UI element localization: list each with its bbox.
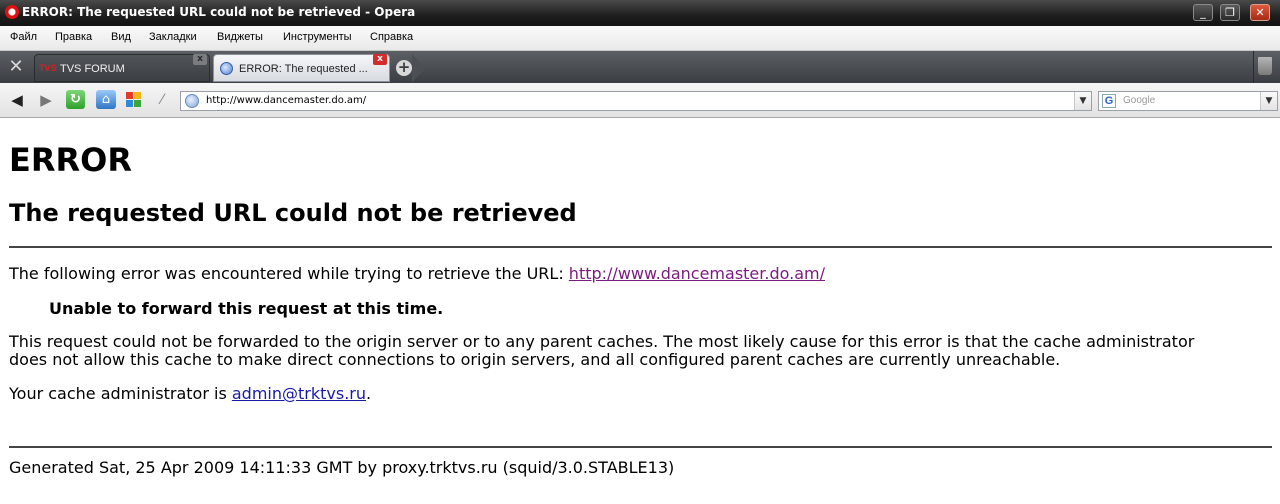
tab-bar: ✕ TVS TVS FORUM x ERROR: The requested .… [0, 51, 1280, 83]
admin-prefix-text: Your cache administrator is [9, 384, 232, 403]
menu-bar: Файл Правка Вид Закладки Виджеты Инструм… [0, 26, 1280, 51]
search-field[interactable]: G Google ▼ [1098, 91, 1278, 111]
tab-close-icon[interactable]: x [193, 54, 207, 65]
explanation-line-1: This request could not be forwarded to t… [9, 332, 1195, 351]
address-url: http://www.dancemaster.do.am/ [206, 95, 367, 106]
address-dropdown-icon[interactable]: ▼ [1074, 92, 1091, 110]
opera-logo-icon [5, 5, 19, 19]
tab-label: TVS FORUM [60, 63, 125, 75]
window-title: ERROR: The requested URL could not be re… [22, 5, 416, 19]
address-field[interactable]: http://www.dancemaster.do.am/ ▼ [180, 91, 1092, 111]
panel-toggle-tools-icon[interactable]: ✕ [4, 56, 28, 80]
error-message: Unable to forward this request at this t… [49, 299, 444, 318]
search-dropdown-icon[interactable]: ▼ [1260, 92, 1277, 110]
home-icon[interactable]: ⌂ [96, 90, 116, 109]
close-window-button[interactable]: ✕ [1250, 4, 1270, 21]
forward-arrow-icon[interactable]: ▶ [36, 90, 56, 110]
new-tab-arrow-icon [412, 54, 426, 82]
page-info-globe-icon[interactable] [185, 94, 199, 108]
tab-error[interactable]: ERROR: The requested ... x [213, 54, 390, 82]
page-subtitle: The requested URL could not be retrieved [9, 199, 577, 227]
reload-icon[interactable]: ↻ [66, 90, 85, 109]
menu-view[interactable]: Вид [111, 31, 131, 43]
minimize-button[interactable]: _ [1193, 4, 1213, 21]
explanation-line-2: does not allow this cache to make direct… [9, 350, 1061, 369]
admin-suffix-text: . [366, 384, 372, 403]
globe-favicon-icon [220, 62, 233, 75]
wand-icon[interactable]: ⁄ [152, 90, 172, 110]
new-tab-plus-icon[interactable]: + [396, 60, 412, 76]
title-bar: ERROR: The requested URL could not be re… [0, 0, 1280, 26]
menu-edit[interactable]: Правка [55, 31, 92, 43]
back-arrow-icon[interactable]: ◀ [7, 90, 27, 110]
menu-widgets[interactable]: Виджеты [217, 31, 263, 43]
divider [9, 246, 1272, 248]
speed-dial-icon[interactable] [126, 92, 142, 108]
error-intro-paragraph: The following error was encountered whil… [9, 265, 825, 283]
error-url-link[interactable]: http://www.dancemaster.do.am/ [569, 264, 825, 283]
search-placeholder: Google [1123, 95, 1156, 106]
menu-file[interactable]: Файл [10, 31, 37, 43]
divider [1253, 51, 1254, 83]
tab-label: ERROR: The requested ... [239, 63, 368, 75]
tvs-favicon-icon: TVS [39, 63, 57, 73]
menu-bookmarks[interactable]: Закладки [149, 31, 197, 43]
divider [9, 446, 1272, 448]
admin-email-link[interactable]: admin@trktvs.ru [232, 384, 366, 403]
footer-text: Generated Sat, 25 Apr 2009 14:11:33 GMT … [9, 458, 675, 477]
admin-paragraph: Your cache administrator is admin@trktvs… [9, 385, 371, 403]
trash-can-icon[interactable] [1258, 57, 1272, 75]
error-intro-text: The following error was encountered whil… [9, 264, 569, 283]
menu-help[interactable]: Справка [370, 31, 413, 43]
tab-close-icon[interactable]: x [373, 54, 387, 65]
menu-tools[interactable]: Инструменты [283, 31, 352, 43]
tab-tvs-forum[interactable]: TVS TVS FORUM x [34, 54, 210, 82]
navigation-bar: ◀ ▶ ↻ ⌂ ⁄ http://www.dancemaster.do.am/ … [0, 83, 1280, 118]
page-content: ERROR The requested URL could not be ret… [0, 118, 1280, 504]
maximize-button[interactable]: ❐ [1220, 4, 1240, 21]
google-search-engine-icon[interactable]: G [1102, 94, 1116, 108]
page-title: ERROR [9, 141, 132, 179]
